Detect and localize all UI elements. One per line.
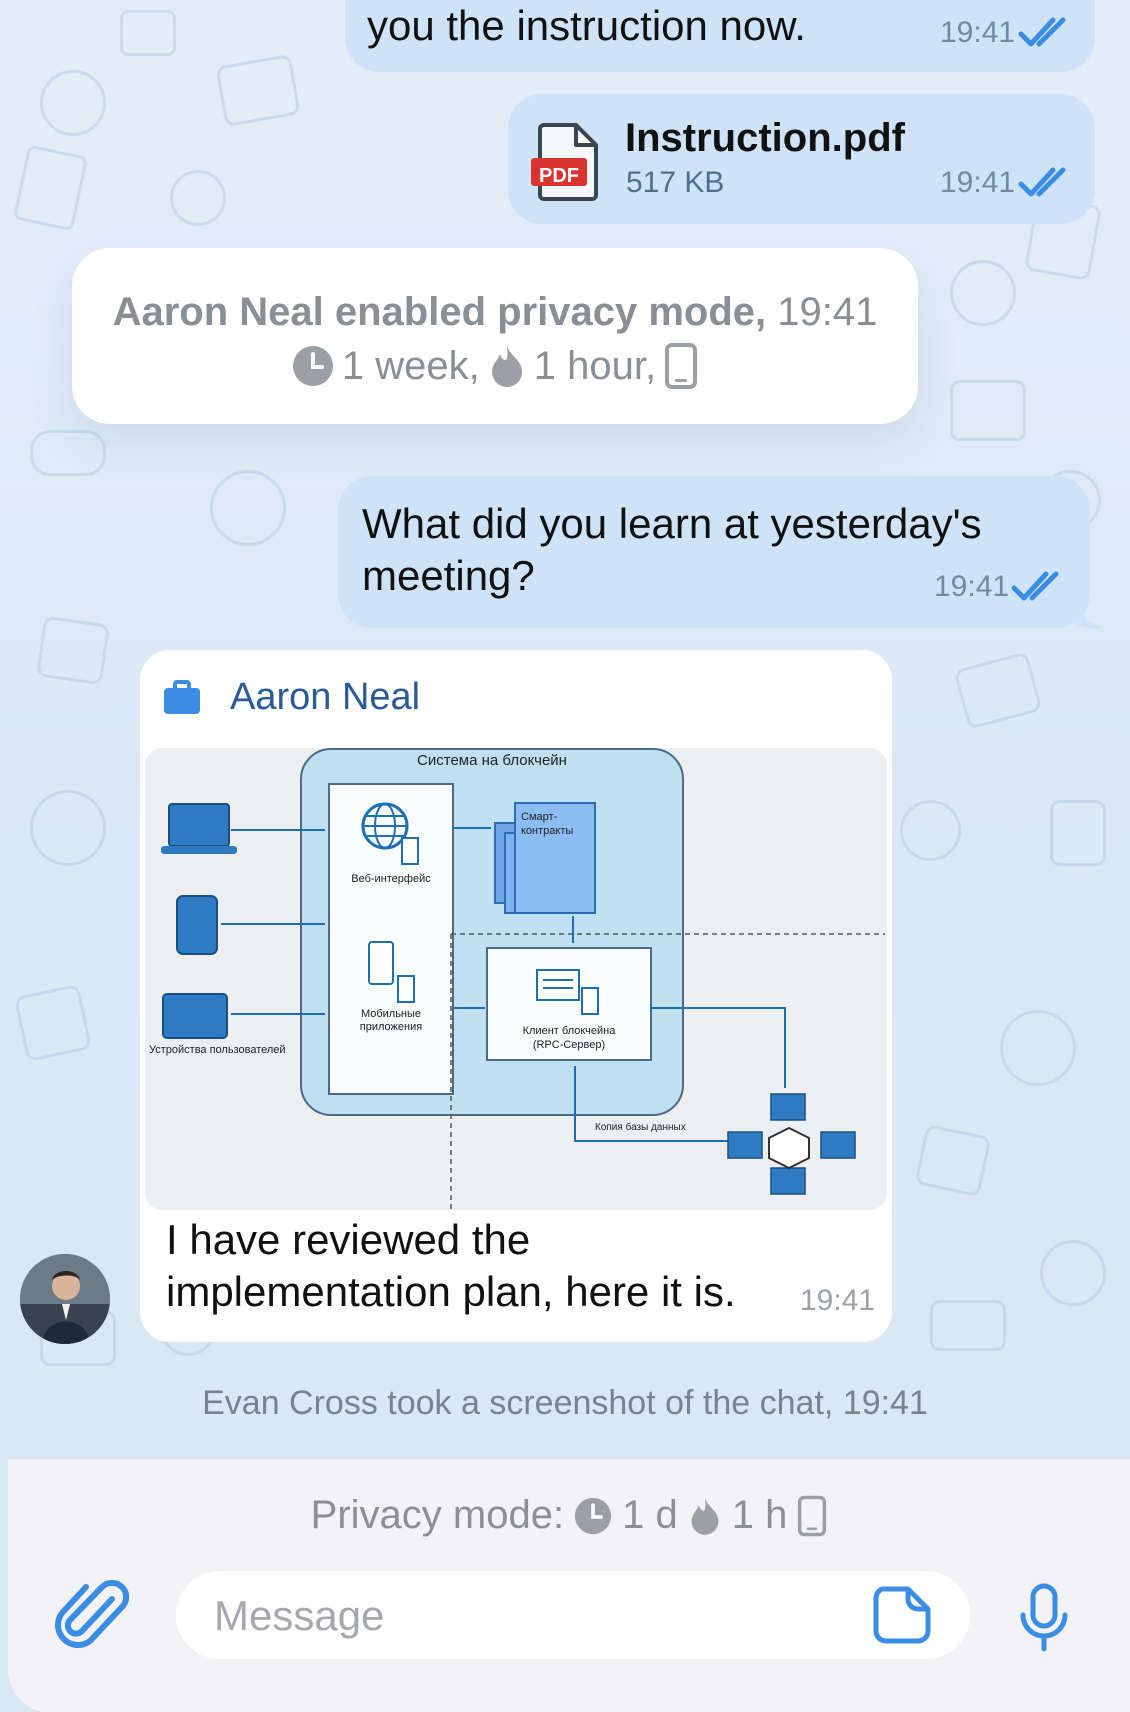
privacy-burn: 1 h: [731, 1493, 788, 1537]
briefcase-icon: [164, 680, 200, 714]
privacy-timer: 1 d: [622, 1493, 678, 1537]
message-input[interactable]: [212, 1585, 816, 1647]
message-time: 19:41: [940, 166, 1016, 199]
timer-week: 1 week,: [341, 343, 480, 388]
privacy-mode-status[interactable]: Privacy mode: 1 d 1 h: [8, 1493, 1130, 1538]
avatar[interactable]: [20, 1254, 110, 1344]
file-name: Instruction.pdf: [625, 116, 905, 160]
message-text: you the instruction now.: [367, 2, 806, 49]
diagram-label-devices: Устройства пользователей: [149, 1044, 286, 1056]
message-input-container[interactable]: [176, 1571, 970, 1659]
file-message[interactable]: PDF Instruction.pdf 517 KB 19:41: [508, 94, 1095, 224]
clock-icon: [292, 346, 333, 386]
diagram-label-mobile: Мобильные приложения: [359, 1008, 423, 1033]
message-time: 19:41: [934, 570, 1010, 603]
service-text: Aaron Neal enabled privacy mode,: [112, 290, 767, 334]
privacy-mode-service-message: Aaron Neal enabled privacy mode, 19:41 1…: [72, 248, 918, 424]
read-checkmarks-icon: [1011, 571, 1059, 601]
screenshot-service-note: Evan Cross took a screenshot of the chat…: [202, 1384, 928, 1422]
paperclip-icon[interactable]: [52, 1577, 132, 1657]
service-time: 19:41: [777, 290, 878, 334]
diagram-label-dbcopy: Копия базы данных: [595, 1122, 686, 1133]
message-text: What did you learn at yesterday's meetin…: [362, 500, 982, 599]
flame-icon: [691, 1497, 719, 1535]
read-checkmarks-icon: [1018, 17, 1066, 47]
blockchain-diagram-image[interactable]: Система на блокчейн Веб-интерфейс Мобиль…: [145, 748, 887, 1210]
diagram-label-contracts: Смарт- контракты: [521, 811, 574, 837]
outgoing-message[interactable]: you the instruction now. 19:41: [345, 0, 1095, 72]
diagram-graphic: [145, 748, 887, 1210]
microphone-icon[interactable]: [1018, 1583, 1070, 1653]
sticker-icon[interactable]: [872, 1585, 932, 1645]
message-time: 19:41: [940, 16, 1016, 49]
avatar-photo: [20, 1254, 110, 1344]
diagram-label-client: Клиент блокчейна (RPC-Сервер): [522, 1025, 616, 1051]
flame-icon: [491, 346, 522, 387]
burn-hour: 1 hour,: [533, 343, 657, 388]
diagram-title: Система на блокчейн: [417, 752, 567, 769]
pdf-badge: PDF: [539, 165, 579, 187]
file-size: 517 KB: [626, 166, 725, 199]
chat-screen: you the instruction now. 19:41 PDF Instr…: [0, 0, 1130, 1712]
phone-device-icon: [798, 1495, 827, 1536]
read-checkmarks-icon: [1018, 167, 1066, 197]
bubble-tail: [1074, 594, 1104, 629]
diagram-label-web: Веб-интерфейс: [351, 873, 431, 885]
message-text: I have reviewed the implementation plan,…: [166, 1216, 736, 1315]
compose-panel: Privacy mode: 1 d 1 h: [8, 1458, 1130, 1712]
sender-name[interactable]: Aaron Neal: [230, 676, 420, 719]
message-time: 19:41: [800, 1284, 876, 1317]
phone-device-icon: [665, 343, 698, 389]
clock-icon: [574, 1497, 612, 1534]
privacy-label: Privacy mode:: [310, 1493, 565, 1537]
outgoing-message[interactable]: What did you learn at yesterday's meetin…: [338, 476, 1090, 628]
